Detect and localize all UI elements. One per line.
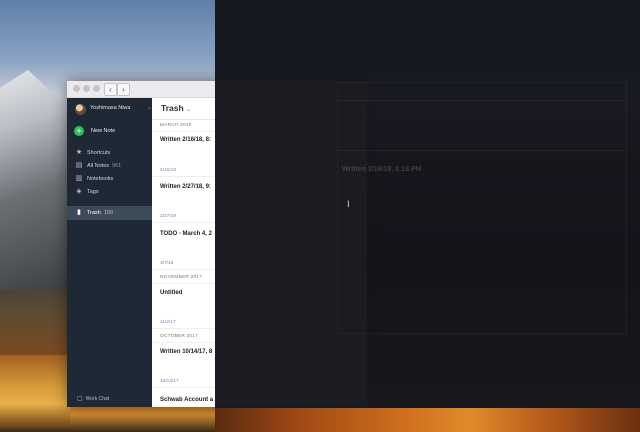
trash-count: 199: [103, 210, 114, 216]
sidebar-item-label: Notebooks: [87, 176, 114, 182]
divider: [337, 150, 625, 151]
note-item-title[interactable]: Written 2/27/18, 9:: [160, 184, 211, 190]
forward-button[interactable]: ›: [117, 83, 130, 96]
sidebar-item-all-notes[interactable]: ▤ All Notes 961: [75, 161, 151, 169]
sidebar: Yoshimasa Niwa ⌄ + New Note ★ Shortcuts ▤…: [67, 98, 152, 407]
wallpaper-mountain: [0, 70, 70, 290]
note-item-date: 2/27/18: [160, 214, 177, 219]
wallpaper-bottom: [215, 408, 640, 432]
text-cursor-icon: I: [347, 200, 350, 210]
sidebar-item-label: All Notes: [87, 163, 110, 169]
plus-icon: +: [74, 126, 84, 136]
section-header: OCTOBER 2017: [160, 334, 199, 339]
chevron-right-icon: ›: [122, 85, 125, 94]
account-switcher[interactable]: Yoshimasa Niwa ⌄: [75, 104, 152, 118]
divider: [337, 100, 625, 101]
close-window-button[interactable]: [73, 85, 80, 92]
note-item-date: 2/16/18: [160, 168, 177, 173]
wallpaper-field: [0, 355, 70, 425]
chevron-down-icon: ⌄: [186, 107, 192, 113]
sidebar-item-label: Shortcuts: [87, 150, 111, 156]
sidebar-item-shortcuts[interactable]: ★ Shortcuts: [75, 148, 151, 156]
note-icon: ▤: [75, 162, 83, 169]
note-item-title[interactable]: TODO - March 4, 2: [160, 231, 212, 237]
sidebar-item-tags[interactable]: ◈ Tags: [75, 187, 151, 195]
work-chat-label: Work Chat: [85, 396, 110, 402]
minimize-window-button[interactable]: [83, 85, 90, 92]
note-title[interactable]: Written 2/16/18, 8:18 PM: [342, 166, 422, 173]
trash-icon: ▮: [77, 209, 81, 216]
notebook-icon: ▥: [75, 175, 83, 182]
dimmed-editor-overlay: Written 2/16/18, 8:18 PM I: [215, 0, 640, 408]
notes-count: 961: [112, 163, 122, 169]
note-item-date: 3/7/18: [160, 261, 174, 266]
sidebar-item-label: Trash: [87, 210, 101, 216]
note-item-date: 11/2/17: [160, 320, 176, 325]
sidebar-item-notebooks[interactable]: ▥ Notebooks: [75, 174, 151, 182]
zoom-window-button[interactable]: [93, 85, 100, 92]
account-name: Yoshimasa Niwa: [90, 105, 131, 111]
note-list-title[interactable]: Trash ⌄: [161, 103, 191, 113]
section-header: NOVEMBER 2017: [160, 275, 203, 280]
back-button[interactable]: ‹: [104, 83, 117, 96]
sidebar-item-label: Tags: [87, 189, 99, 195]
work-chat-button[interactable]: ▢ Work Chat: [77, 395, 109, 402]
note-item-date: 10/14/17: [160, 379, 179, 384]
tag-icon: ◈: [76, 188, 82, 195]
note-item-title[interactable]: Written 10/14/17, 8: [160, 349, 212, 355]
note-item-title[interactable]: Untitled: [160, 290, 182, 296]
avatar: [75, 104, 86, 115]
sidebar-item-trash[interactable]: ▮ Trash 199: [67, 206, 152, 220]
new-note-label: New Note: [91, 128, 116, 134]
note-list-title-text: Trash: [161, 103, 184, 113]
chat-icon: ▢: [77, 396, 83, 402]
note-item-title[interactable]: Schwab Account a: [160, 397, 213, 403]
section-header: MARCH 2018: [160, 123, 192, 128]
star-icon: ★: [75, 149, 83, 156]
new-note-button[interactable]: + New Note: [74, 126, 149, 138]
editor-pane: [337, 82, 627, 334]
note-item-title[interactable]: Written 2/16/18, 8:: [160, 137, 211, 143]
chevron-left-icon: ‹: [109, 85, 112, 94]
